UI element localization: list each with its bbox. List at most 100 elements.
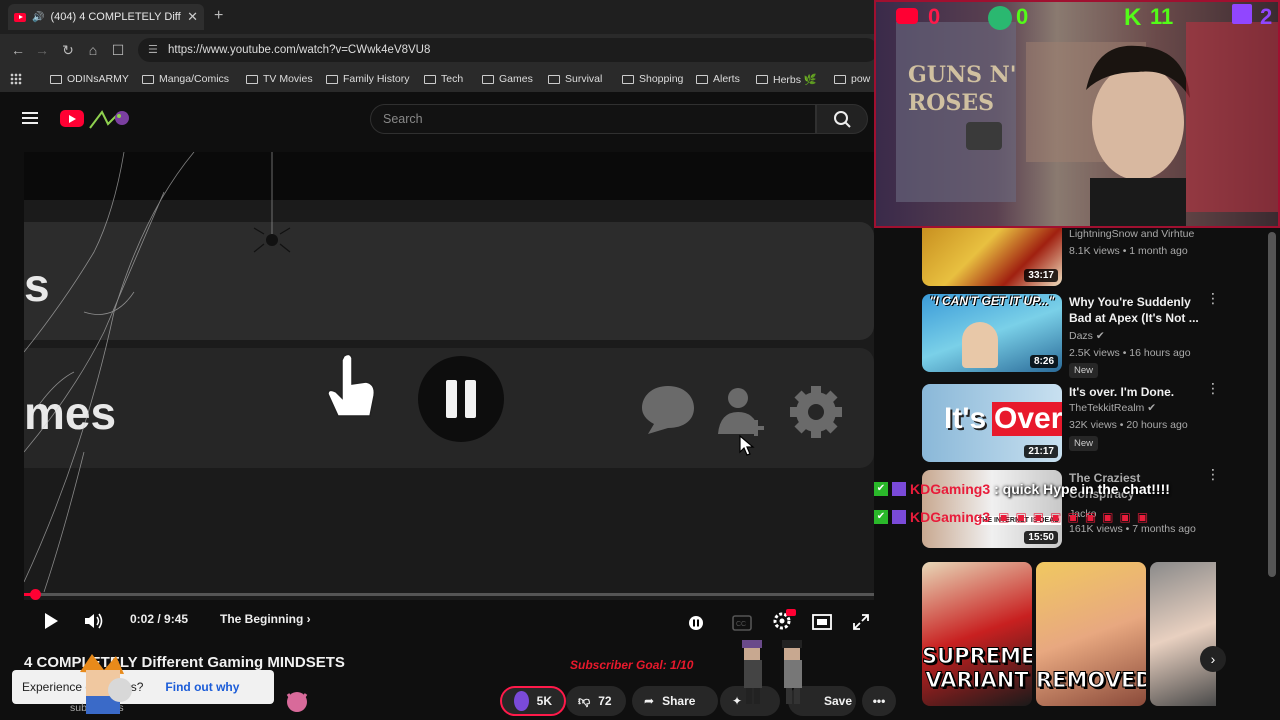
twitch-viewer-count: 2 xyxy=(1260,4,1273,29)
save-label: Save xyxy=(824,694,853,708)
folder-icon xyxy=(696,74,708,84)
list-item[interactable]: 33:17 LightningSnow and Virhtue 8.1K vie… xyxy=(922,228,1242,288)
close-tab-icon[interactable]: ✕ xyxy=(187,9,198,25)
back-icon[interactable]: ← xyxy=(8,40,28,60)
bookmark-item[interactable]: Tech xyxy=(424,66,463,92)
pause-overlay-icon[interactable] xyxy=(418,356,504,442)
list-item[interactable]: It's Over 21:17 It's over. I'm Done. The… xyxy=(922,381,1242,464)
bookmark-item[interactable]: Alerts xyxy=(696,66,740,92)
channel-name[interactable]: TheTekkitRealm ✔︎ xyxy=(1069,402,1156,414)
bookmark-item[interactable]: Herbs 🌿 xyxy=(756,66,817,92)
search-input[interactable]: Search xyxy=(370,104,816,134)
more-options-icon[interactable]: ⋮ xyxy=(1206,291,1220,305)
new-tab-icon[interactable]: + xyxy=(214,7,223,25)
video-title[interactable]: Why You're Suddenly Bad at Apex (It's No… xyxy=(1069,294,1209,326)
thumbnail-text: Over xyxy=(992,402,1062,436)
twitch-icon xyxy=(1232,4,1252,24)
bookmark-icon[interactable]: ☐ xyxy=(108,40,128,60)
bookmark-item[interactable]: pow xyxy=(834,66,870,92)
youtube-viewer-count: 0 xyxy=(928,4,941,29)
like-icon xyxy=(514,691,529,711)
add-friend-icon xyxy=(718,388,764,436)
folder-icon xyxy=(424,74,436,84)
browser-tab[interactable]: 🔊 (404) 4 COMPLETELY Different ✕ xyxy=(8,4,204,30)
like-button[interactable]: 5K xyxy=(500,686,566,716)
site-info-icon[interactable]: ☰ xyxy=(148,38,158,62)
comic-title: SUPREME VARIANT xyxy=(922,644,1032,693)
video-thumbnail[interactable]: 33:17 xyxy=(922,228,1062,286)
video-meta: 2.5K views • 16 hours ago xyxy=(1069,347,1191,359)
more-options-icon[interactable]: ⋮ xyxy=(1206,467,1220,481)
more-options-icon[interactable]: ⋮ xyxy=(1206,381,1220,395)
bookmark-item[interactable]: TV Movies xyxy=(246,66,313,92)
youtube-logo-icon[interactable] xyxy=(60,110,84,127)
chat-username: KDGaming3 xyxy=(910,509,991,525)
comic-card[interactable]: REMOVED xyxy=(1036,562,1146,706)
settings-icon[interactable] xyxy=(772,609,796,631)
youtube-header: Search xyxy=(0,92,880,146)
dislike-button[interactable]: 👎︎ 72 xyxy=(566,686,626,716)
next-arrow-icon[interactable]: › xyxy=(1200,646,1226,672)
bookmark-item[interactable]: Manga/Comics xyxy=(142,66,229,92)
list-item[interactable]: "I CAN'T GET IT UP..." 8:26 Why You're S… xyxy=(922,291,1242,378)
video-title[interactable]: It's over. I'm Done. xyxy=(1069,384,1209,400)
video-progress-bar[interactable] xyxy=(24,589,874,600)
play-icon[interactable] xyxy=(42,610,60,632)
fullscreen-icon[interactable] xyxy=(852,611,870,633)
video-thumbnail[interactable]: "I CAN'T GET IT UP..." 8:26 xyxy=(922,294,1062,372)
folder-icon xyxy=(142,74,154,84)
channel-name[interactable]: Dazs ✔︎ xyxy=(1069,330,1105,342)
thumbnail-character xyxy=(962,322,998,368)
duration-badge: 33:17 xyxy=(1024,269,1058,282)
video-meta: 32K views • 20 hours ago xyxy=(1069,419,1188,431)
reload-icon[interactable]: ↻ xyxy=(58,40,78,60)
bookmark-item[interactable]: ODINsARMY xyxy=(50,66,129,92)
spiderweb-icon xyxy=(24,152,291,593)
duration-badge: 8:26 xyxy=(1029,355,1058,368)
comic-card[interactable]: SUPREME VARIANT xyxy=(922,562,1032,706)
sidebar-scrollbar[interactable] xyxy=(1268,232,1276,577)
folder-icon xyxy=(246,74,258,84)
verified-icon: ✔︎ xyxy=(1147,402,1157,414)
share-button[interactable]: ➦ Share xyxy=(632,686,718,716)
volume-icon[interactable] xyxy=(84,610,104,632)
search-icon xyxy=(834,111,851,128)
youtube-favicon-icon xyxy=(14,12,26,22)
video-thumbnail[interactable]: It's Over 21:17 xyxy=(922,384,1062,462)
subscriber-badge-icon xyxy=(892,510,906,524)
kick-icon: K xyxy=(1124,4,1142,31)
chapter-label: The Beginning xyxy=(220,612,304,626)
autoplay-toggle-icon[interactable] xyxy=(688,612,704,634)
folder-icon xyxy=(482,74,494,84)
find-out-why-link[interactable]: Find out why xyxy=(165,680,239,694)
search-button[interactable] xyxy=(816,104,868,134)
captions-icon[interactable]: CC xyxy=(732,612,752,634)
bookmark-item[interactable]: Family History xyxy=(326,66,410,92)
share-label: Share xyxy=(662,694,696,708)
theater-mode-icon[interactable] xyxy=(812,611,832,633)
audio-icon[interactable]: 🔊 xyxy=(32,12,44,23)
forward-icon[interactable]: → xyxy=(32,40,52,60)
url-field[interactable]: ☰ https://www.youtube.com/watch?v=CWwk4e… xyxy=(138,38,878,62)
channel-name[interactable]: LightningSnow and Virhtue xyxy=(1069,228,1194,240)
progress-scrubber[interactable] xyxy=(30,589,41,600)
bookmark-item[interactable]: Survival xyxy=(548,66,602,92)
menu-icon[interactable] xyxy=(22,112,38,124)
apps-grid-icon[interactable] xyxy=(10,73,22,85)
comic-card[interactable] xyxy=(1150,562,1216,706)
folder-icon xyxy=(622,74,634,84)
comic-title: REMOVED xyxy=(1036,668,1146,693)
home-icon[interactable]: ⌂ xyxy=(83,40,103,60)
more-actions-button[interactable]: ••• xyxy=(862,686,896,716)
doodle-logo-icon[interactable] xyxy=(88,106,136,132)
emote-icon xyxy=(286,692,308,712)
player-controls: 0:02 / 9:45 The Beginning › CC xyxy=(24,600,874,638)
video-player[interactable]: s mes xyxy=(24,152,874,600)
new-badge: New xyxy=(1069,436,1099,451)
bookmark-item[interactable]: Shopping xyxy=(622,66,683,92)
chapter-button[interactable]: The Beginning › xyxy=(220,608,311,630)
other-viewer-count: 0 xyxy=(1016,4,1029,29)
streamer-webcam: GUNS N' ROSES xyxy=(896,22,1278,226)
promo-banner: Experience questions? Find out why xyxy=(12,670,274,704)
bookmark-item[interactable]: Games xyxy=(482,66,533,92)
